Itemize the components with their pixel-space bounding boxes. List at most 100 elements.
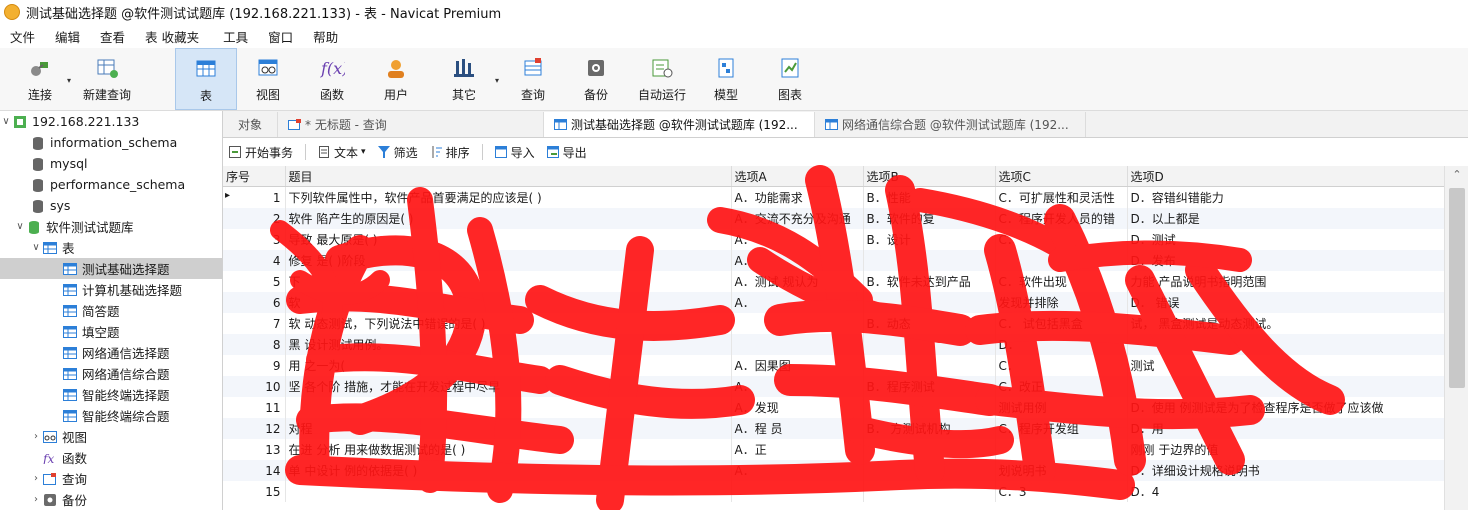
tree-db-open[interactable]: ∨ 软件测试试题库 (0, 216, 222, 237)
table-cell[interactable]: B． 方测试机构 (863, 418, 996, 439)
table-cell[interactable]: A．发现 (731, 397, 864, 418)
table-row[interactable]: 9用 之一为(A．因果图 C． 测试 (223, 355, 1444, 376)
table-cell[interactable]: C．3 (995, 481, 1128, 502)
other-dropdown-caret[interactable]: ▾ (495, 76, 499, 85)
table-row[interactable]: 7软 动态测试，下列说法中错误的是( ) B．动态 C． 试包括黑盒 试， 黑盒测试是… (223, 313, 1444, 334)
import-button[interactable]: 导入 (489, 144, 541, 161)
table-button[interactable]: 表 (175, 48, 237, 110)
table-cell[interactable]: 导致 最大原是( ) (285, 229, 732, 250)
table-cell[interactable]: 修复 是( )阶段 (285, 250, 732, 271)
connect-dropdown-caret[interactable]: ▾ (67, 76, 71, 85)
menu-view[interactable]: 查看 (90, 27, 135, 46)
query-button[interactable]: 查询 (505, 48, 561, 110)
table-cell[interactable]: C．改正 (995, 376, 1128, 397)
vertical-scrollbar[interactable]: ⌃ (1444, 166, 1468, 510)
row-number-cell[interactable]: 13 (223, 439, 286, 460)
expand-chevron-icon[interactable]: › (30, 494, 42, 505)
connect-button[interactable]: 连接 (14, 48, 66, 110)
table-cell[interactable]: A． (731, 460, 864, 481)
row-number-cell[interactable]: 5 (223, 271, 286, 292)
column-header[interactable]: 选项B (863, 166, 996, 187)
tree-table[interactable]: 网络通信综合题 (0, 363, 222, 384)
column-header[interactable]: 选项D (1127, 166, 1444, 187)
row-number-cell[interactable]: 7 (223, 313, 286, 334)
table-row[interactable]: 13 在进 分析 用来做数据测试的是( ) A．正 刚刚 于边界的值 (223, 439, 1444, 460)
collapse-chevron-icon[interactable]: ∨ (0, 116, 12, 127)
table-cell[interactable] (731, 313, 864, 334)
table-cell[interactable]: C．软件出现 (995, 271, 1128, 292)
table-cell[interactable]: 下列软件属性中，软件产品首要满足的应该是( ) (285, 186, 732, 208)
tree-table[interactable]: 计算机基础选择题 (0, 279, 222, 300)
table-cell[interactable] (863, 250, 996, 271)
expand-chevron-icon[interactable]: › (30, 431, 42, 442)
auto-run-button[interactable]: 自动运行 (630, 48, 694, 110)
table-cell[interactable]: B．程序测试 (863, 376, 996, 397)
tree-db-mysql[interactable]: mysql (0, 153, 222, 174)
menu-tools[interactable]: 工具 (213, 27, 258, 46)
text-dropdown-caret[interactable]: ▾ (361, 147, 366, 157)
tree-db-information-schema[interactable]: information_schema (0, 132, 222, 153)
table-cell[interactable]: A． (731, 250, 864, 271)
other-button[interactable]: 其它 (436, 48, 492, 110)
table-cell[interactable]: C．可扩展性和灵活性 (995, 186, 1128, 208)
sort-button[interactable]: 排序 (424, 144, 476, 161)
table-cell[interactable]: D． (995, 334, 1128, 355)
table-cell[interactable] (863, 460, 996, 481)
row-number-cell[interactable]: 4 (223, 250, 286, 271)
table-row[interactable]: 12 对程 A．程 员 B． 方测试机构 C．程序开发组 D．用 (223, 418, 1444, 439)
row-number-cell[interactable]: 12 (223, 418, 286, 439)
table-row[interactable]: 4 修复 是( )阶段 A． D．发布 (223, 250, 1444, 271)
table-cell[interactable]: 测试用例 (995, 397, 1128, 418)
menu-edit[interactable]: 编辑 (45, 27, 90, 46)
table-cell[interactable]: C． 试包括黑盒 (995, 313, 1128, 334)
table-cell[interactable] (285, 397, 732, 418)
table-cell[interactable]: A． (731, 292, 864, 313)
table-row[interactable]: 6 软 A． 发现并排除 D． 错误 (223, 292, 1444, 313)
menu-file[interactable]: 文件 (0, 27, 45, 46)
table-cell[interactable]: A．交流不充分及沟通 (731, 208, 864, 229)
table-cell[interactable]: A．正 (731, 439, 864, 460)
row-number-cell[interactable]: 10 (223, 376, 286, 397)
table-cell[interactable]: B．设计 (863, 229, 996, 250)
table-cell[interactable]: D．4 (1127, 481, 1444, 502)
table-cell[interactable] (731, 334, 864, 355)
table-cell[interactable]: D．以上都是 (1127, 208, 1444, 229)
table-row[interactable]: 1 ▸ 下列软件属性中，软件产品首要满足的应该是( ) A．功能需求 B．性能 C．可扩展… (223, 186, 1444, 208)
row-number-cell[interactable]: 6 (223, 292, 286, 313)
table-cell[interactable] (863, 439, 996, 460)
table-cell[interactable]: 力能 产品说明书指明范围 (1127, 271, 1444, 292)
table-cell[interactable]: 黑 设计测试用例。 (285, 334, 732, 355)
table-cell[interactable] (863, 397, 996, 418)
table-cell[interactable]: 用 之一为( (285, 355, 732, 376)
table-cell[interactable] (1127, 376, 1444, 397)
table-cell[interactable]: D．容错纠错能力 (1127, 186, 1444, 208)
menu-window[interactable]: 窗口 (258, 27, 303, 46)
table-row[interactable]: 10 坚 各个阶 措施，才能在开发过程中尽早 A． B．程序测试 C．改正 (223, 376, 1444, 397)
filter-button[interactable]: 筛选 (372, 144, 424, 161)
table-cell[interactable] (731, 481, 864, 502)
table-cell[interactable]: 下 (285, 271, 732, 292)
tab-untitled-query[interactable]: * 无标题 - 查询 (278, 112, 544, 137)
table-cell[interactable]: 发现并排除 (995, 292, 1128, 313)
tree-table[interactable]: 智能终端综合题 (0, 405, 222, 426)
model-button[interactable]: 模型 (698, 48, 754, 110)
table-cell[interactable]: B．软件未达到产品 (863, 271, 996, 292)
table-cell[interactable]: C．程序开发组 (995, 418, 1128, 439)
begin-transaction-button[interactable]: 开始事务 (223, 144, 299, 161)
user-button[interactable]: 用户 (368, 48, 424, 110)
tab-network-comprehensive[interactable]: 网络通信综合题 @软件测试试题库 (192... (815, 112, 1086, 137)
table-cell[interactable]: A．功能需求 (731, 186, 864, 208)
row-number-cell[interactable]: 3 (223, 229, 286, 250)
table-cell[interactable]: 划说明书 (995, 460, 1128, 481)
table-cell[interactable]: B．软件的复 (863, 208, 996, 229)
tree-db-performance-schema[interactable]: performance_schema (0, 174, 222, 195)
row-number-cell[interactable]: 11 (223, 397, 286, 418)
tree-table[interactable]: 网络通信选择题 (0, 342, 222, 363)
table-cell[interactable]: D．测试 (1127, 229, 1444, 250)
tree-table-selected[interactable]: 测试基础选择题 (0, 258, 222, 279)
table-cell[interactable]: B．动态 (863, 313, 996, 334)
table-row[interactable]: 11 A．发现 测试用例 D．使用 例测试是为了检查程序是否做了应该做 (223, 397, 1444, 418)
new-query-button[interactable]: 新建查询 (76, 48, 138, 110)
table-row[interactable]: 3 导致 最大原是( ) A． B．设计 C． D．测试 (223, 229, 1444, 250)
table-cell[interactable]: 软件 陷产生的原因是( ) (285, 208, 732, 229)
